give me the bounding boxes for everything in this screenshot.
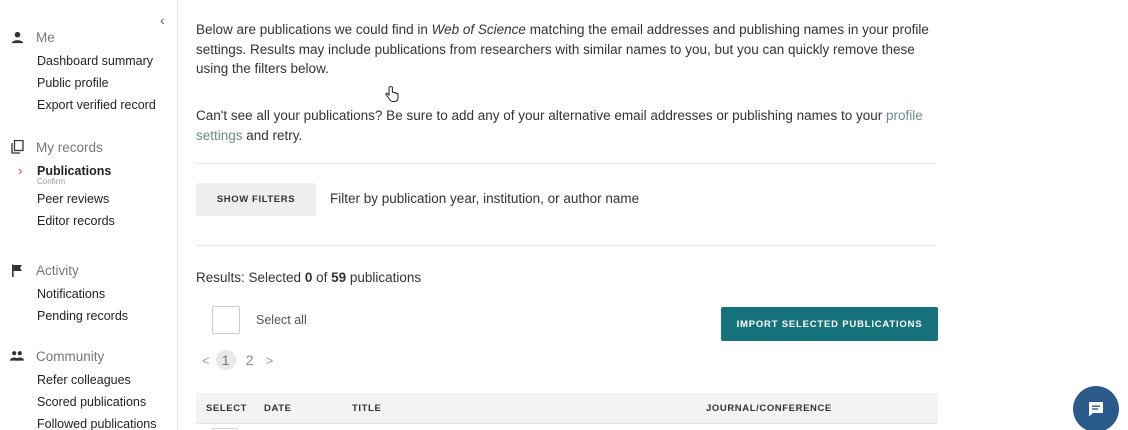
column-header-date[interactable]: DATE <box>264 403 292 414</box>
chat-icon <box>1089 402 1103 417</box>
sidebar-section-community: Community Refer colleagues Scored public… <box>10 347 157 430</box>
sidebar-heading-my-records: My records <box>36 139 103 155</box>
sidebar-heading-community: Community <box>36 348 105 364</box>
pagination: < 1 2 > <box>202 350 273 370</box>
person-icon <box>10 30 24 44</box>
source-name: Web of Science <box>431 22 526 37</box>
sidebar-section-activity: Activity Notifications Pending records <box>10 261 128 327</box>
sidebar-item-notifications[interactable]: Notifications <box>37 283 128 305</box>
group-icon <box>10 349 24 363</box>
prev-page-button[interactable]: < <box>202 353 210 368</box>
publications-table-header: SELECT DATE TITLE JOURNAL/CONFERENCE <box>196 393 938 423</box>
active-chevron-icon: › <box>18 163 23 178</box>
flag-icon <box>10 263 24 277</box>
sidebar-item-pending-records[interactable]: Pending records <box>37 305 128 327</box>
sidebar-item-publications-label: Publications <box>37 164 112 178</box>
column-header-journal-conference[interactable]: JOURNAL/CONFERENCE <box>706 403 832 414</box>
sidebar-item-dashboard-summary[interactable]: Dashboard summary <box>37 50 156 72</box>
sidebar-item-refer-colleagues[interactable]: Refer colleagues <box>37 369 157 391</box>
sidebar: ‹ Me Dashboard summary Public profile Ex… <box>0 0 178 430</box>
results-summary: Results: Selected 0 of 59 publications <box>196 270 422 285</box>
total-count: 59 <box>331 270 347 285</box>
sidebar-heading-me: Me <box>36 29 55 45</box>
divider <box>196 163 936 164</box>
copy-icon <box>10 140 24 154</box>
select-all-label: Select all <box>256 313 307 327</box>
sidebar-section-my-records: My records › Publications Confirm Peer r… <box>10 138 115 232</box>
select-all-checkbox[interactable] <box>212 306 240 334</box>
collapse-sidebar-icon[interactable]: ‹ <box>160 12 165 28</box>
show-filters-button[interactable]: SHOW FILTERS <box>196 183 316 216</box>
chat-button[interactable] <box>1073 386 1119 430</box>
sidebar-item-public-profile[interactable]: Public profile <box>37 72 156 94</box>
sidebar-section-me: Me Dashboard summary Public profile Expo… <box>10 28 156 116</box>
table-row <box>196 423 938 430</box>
sidebar-item-export-verified-record[interactable]: Export verified record <box>37 94 156 116</box>
page-1-button[interactable]: 1 <box>215 350 236 370</box>
column-header-select[interactable]: SELECT <box>206 403 247 414</box>
import-selected-publications-button[interactable]: IMPORT SELECTED PUBLICATIONS <box>721 307 938 341</box>
page-2-button[interactable]: 2 <box>240 350 260 370</box>
sidebar-item-publications[interactable]: › Publications <box>18 160 115 182</box>
intro-paragraph: Below are publications we could find in … <box>196 22 929 76</box>
help-paragraph: Can't see all your publications? Be sure… <box>196 108 923 143</box>
sidebar-heading-activity: Activity <box>36 262 79 278</box>
hand-cursor-icon <box>385 86 399 102</box>
next-page-button[interactable]: > <box>266 353 274 368</box>
sidebar-item-editor-records[interactable]: Editor records <box>37 210 115 232</box>
sidebar-item-followed-publications[interactable]: Followed publications <box>37 413 157 430</box>
sidebar-item-scored-publications[interactable]: Scored publications <box>37 391 157 413</box>
divider <box>196 245 936 246</box>
column-header-title[interactable]: TITLE <box>352 403 381 414</box>
sidebar-item-peer-reviews[interactable]: Peer reviews <box>37 188 115 210</box>
filter-description: Filter by publication year, institution,… <box>330 191 640 206</box>
